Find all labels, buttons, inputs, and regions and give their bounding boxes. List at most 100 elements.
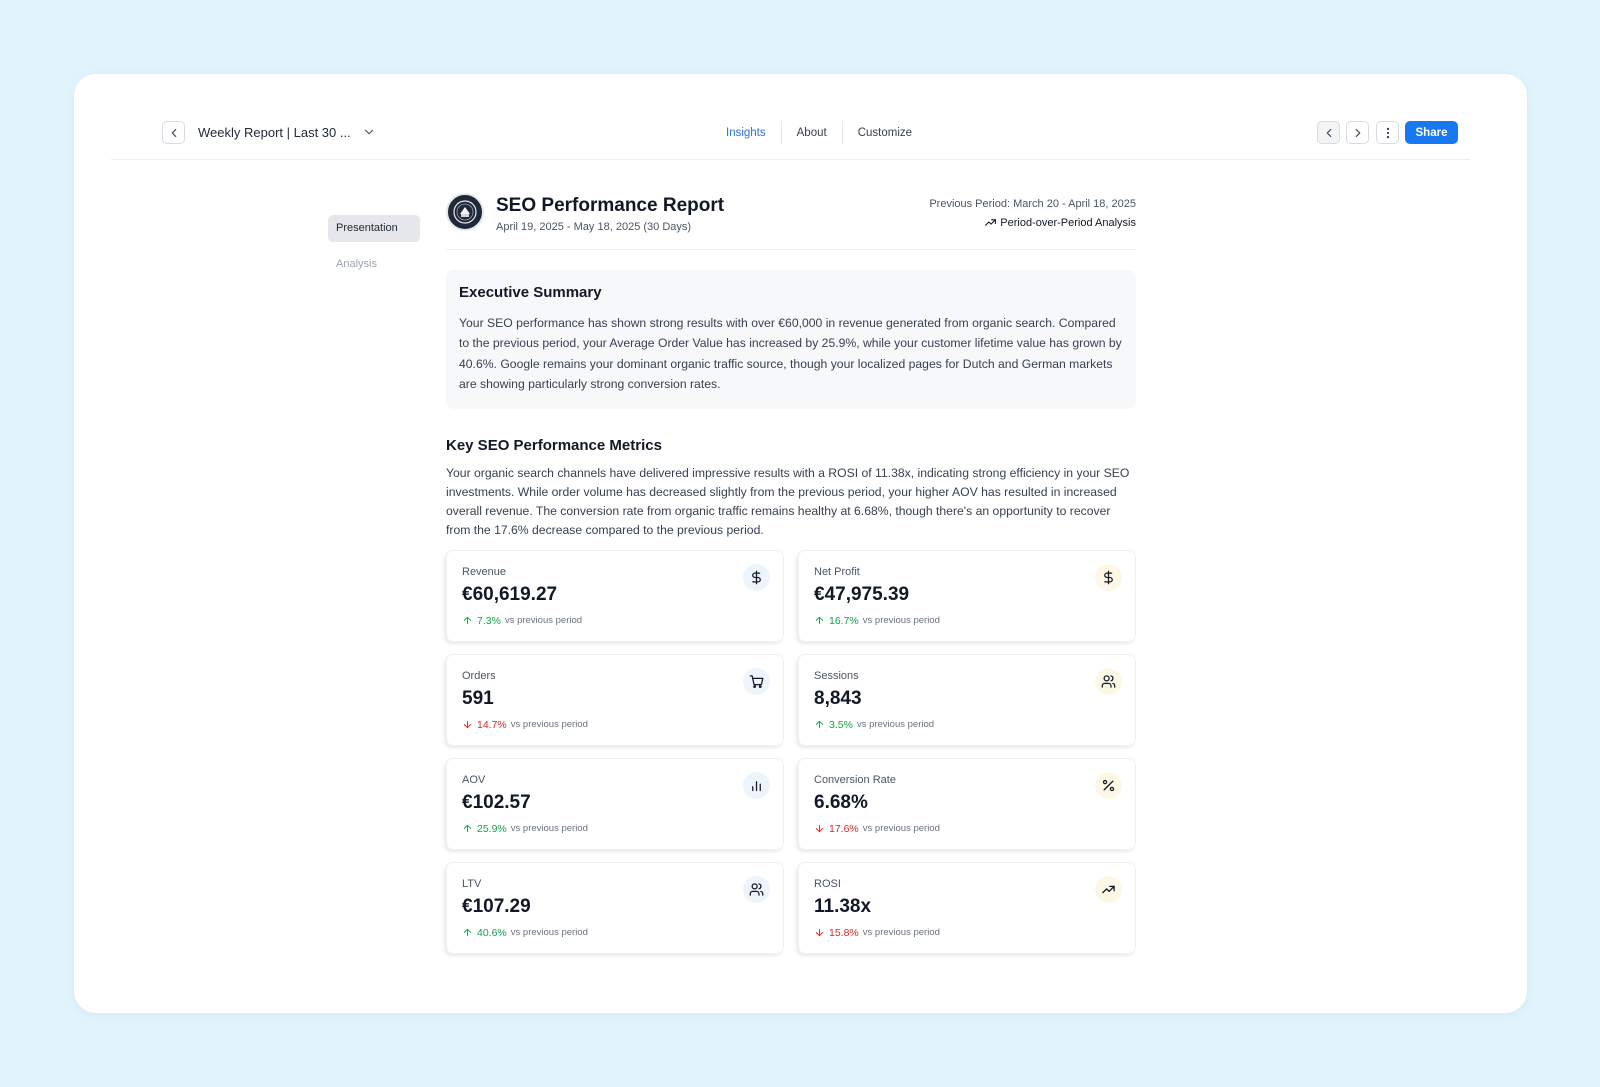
metric-change: 17.6% vs previous period	[814, 823, 940, 835]
metric-change-caption: vs previous period	[504, 615, 583, 627]
seal-icon	[453, 200, 477, 224]
metric-card-aov[interactable]: AOV €102.57 25.9% vs previous period	[446, 757, 784, 850]
metric-value: 6.68%	[814, 791, 868, 813]
metric-change-caption: vs previous period	[862, 823, 940, 835]
top-bar: Weekly Report | Last 30 ... Insights Abo…	[111, 74, 1470, 160]
metric-card-revenue[interactable]: Revenue €60,619.27 7.3% vs previous period	[446, 549, 784, 642]
metric-value: 591	[462, 687, 494, 709]
metrics-title: Key SEO Performance Metrics	[446, 436, 662, 454]
metric-change: 16.7% vs previous period	[814, 615, 940, 627]
arrow-up-icon	[462, 927, 473, 938]
metric-change-percent: 16.7%	[829, 614, 859, 627]
metric-change: 25.9% vs previous period	[462, 823, 588, 835]
report-date-range: April 19, 2025 - May 18, 2025 (30 Days)	[496, 221, 692, 233]
tab-bar: Insights About Customize	[711, 120, 927, 146]
metric-change: 15.8% vs previous period	[814, 927, 940, 939]
metric-card-net-profit[interactable]: Net Profit €47,975.39 16.7% vs previous per…	[798, 549, 1136, 642]
chevron-right-icon	[1355, 128, 1360, 137]
metric-label: Net Profit	[814, 565, 860, 578]
dollar-icon	[1095, 563, 1122, 591]
metric-label: ROSI	[814, 877, 841, 890]
dollar-icon	[743, 563, 770, 591]
tab-insights[interactable]: Insights	[711, 120, 781, 146]
metric-change-caption: vs previous period	[856, 719, 935, 731]
metric-value: €102.57	[462, 791, 531, 813]
metric-label: LTV	[462, 877, 482, 890]
users-icon	[743, 875, 770, 903]
metric-change-caption: vs previous period	[510, 927, 588, 939]
metric-label: Revenue	[462, 565, 507, 578]
metric-label: Orders	[462, 669, 496, 682]
metric-change: 40.6% vs previous period	[462, 927, 588, 939]
metric-card-rosi[interactable]: ROSI 11.38x 15.8% vs previous period	[798, 861, 1136, 954]
back-button[interactable]	[162, 121, 185, 144]
chevron-left-icon	[171, 128, 176, 137]
previous-period: Previous Period: March 20 - April 18, 20…	[929, 198, 1136, 210]
trending-up-icon	[1095, 875, 1122, 903]
metric-change-caption: vs previous period	[862, 615, 940, 627]
period-analysis-label: Period-over-Period Analysis	[1000, 216, 1136, 229]
chevron-down-icon	[364, 129, 374, 135]
metric-change-percent: 15.8%	[829, 926, 859, 939]
metric-change-caption: vs previous period	[510, 719, 588, 731]
metric-card-sessions[interactable]: Sessions 8,843 3.5% vs previous period	[798, 653, 1136, 746]
tab-customize[interactable]: Customize	[843, 120, 927, 146]
users-icon	[1095, 667, 1122, 695]
metric-change-percent: 3.5%	[829, 718, 853, 731]
executive-summary-title: Executive Summary	[459, 284, 602, 301]
previous-button[interactable]	[1317, 121, 1340, 144]
metric-change: 14.7% vs previous period	[462, 719, 588, 731]
metric-value: 8,843	[814, 687, 862, 709]
arrow-up-icon	[462, 615, 473, 626]
trending-up-icon	[985, 219, 997, 226]
bar-chart-icon	[743, 771, 770, 799]
executive-summary-text: Your SEO performance has shown strong re…	[459, 316, 1122, 392]
next-button[interactable]	[1346, 121, 1369, 144]
more-vertical-icon	[1386, 127, 1389, 138]
more-options-button[interactable]	[1376, 121, 1399, 144]
metric-card-orders[interactable]: Orders 591 14.7% vs previous period	[446, 653, 784, 746]
report-header: SEO Performance Report April 19, 2025 - …	[446, 192, 1136, 250]
metric-change-caption: vs previous period	[510, 823, 588, 835]
metric-change-percent: 25.9%	[477, 822, 507, 835]
executive-summary: Executive Summary Your SEO performance h…	[446, 270, 1136, 409]
sidenav-item-presentation[interactable]: Presentation	[328, 215, 420, 242]
report-content: SEO Performance Report April 19, 2025 - …	[446, 192, 1136, 954]
arrow-up-icon	[814, 719, 825, 730]
metrics-description: Your organic search channels have delive…	[446, 465, 1130, 537]
metric-value: €107.29	[462, 895, 531, 917]
metric-label: Sessions	[814, 669, 859, 682]
metric-change-caption: vs previous period	[862, 927, 940, 939]
metric-card-conversion-rate[interactable]: Conversion Rate 6.68% 17.6% vs previous per…	[798, 757, 1136, 850]
metric-card-ltv[interactable]: LTV €107.29 40.6% vs previous period	[446, 861, 784, 954]
metric-change-percent: 40.6%	[477, 926, 507, 939]
sidenav-item-analysis[interactable]: Analysis	[328, 251, 420, 278]
arrow-up-icon	[462, 823, 473, 834]
report-card: Weekly Report | Last 30 ... Insights Abo…	[74, 74, 1527, 1013]
metrics-grid: Revenue €60,619.27 7.3% vs previous period N…	[446, 549, 1136, 954]
percent-icon	[1095, 771, 1122, 799]
report-heading: SEO Performance Report	[496, 195, 725, 216]
report-title[interactable]: Weekly Report | Last 30 ...	[198, 125, 351, 140]
tab-about[interactable]: About	[782, 120, 842, 146]
metric-label: AOV	[462, 773, 486, 786]
metric-change: 7.3% vs previous period	[462, 615, 582, 627]
metric-value: €60,619.27	[462, 583, 558, 605]
company-logo	[446, 193, 484, 231]
metric-change-percent: 14.7%	[477, 718, 507, 731]
metric-change: 3.5% vs previous period	[814, 719, 934, 731]
chevron-left-icon	[1326, 128, 1331, 137]
arrow-down-icon	[814, 927, 825, 938]
arrow-down-icon	[814, 823, 825, 834]
metric-value: €47,975.39	[814, 583, 910, 605]
metric-label: Conversion Rate	[814, 773, 896, 786]
share-button[interactable]: Share	[1405, 121, 1458, 144]
metric-change-percent: 17.6%	[829, 822, 859, 835]
report-dropdown-toggle[interactable]	[362, 125, 376, 139]
arrow-down-icon	[462, 719, 473, 730]
metric-change-percent: 7.3%	[477, 614, 501, 627]
metric-value: 11.38x	[814, 895, 872, 917]
cart-icon	[743, 667, 770, 695]
period-analysis-link[interactable]: Period-over-Period Analysis	[984, 216, 1136, 229]
arrow-up-icon	[814, 615, 825, 626]
